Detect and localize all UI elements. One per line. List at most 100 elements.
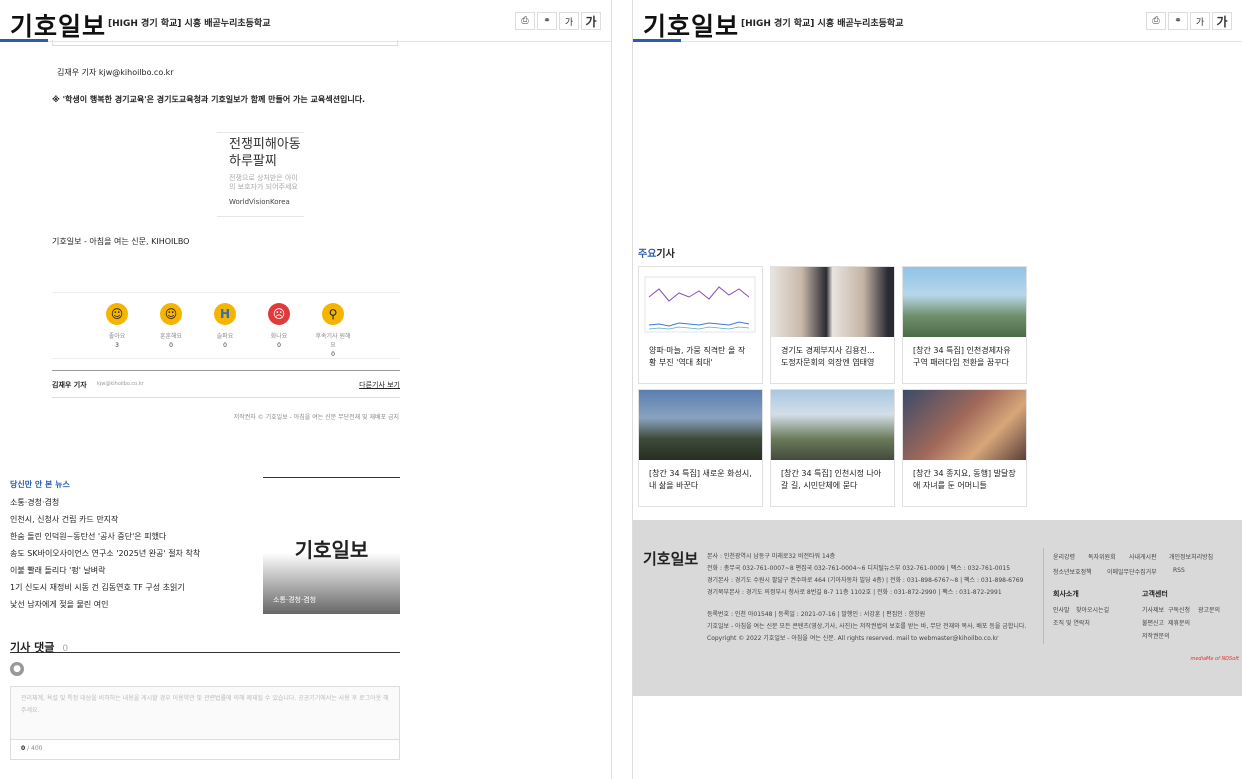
copyright-notice: 저작권자 © 기호일보 - 아침을 여는 신문 무단전재 및 재배포 금지 <box>233 414 399 421</box>
reaction-like[interactable]: ☺ 좋아요 3 <box>97 303 137 349</box>
footer-credit: mediaMe of NDSoft <box>1190 656 1239 662</box>
reaction-warm[interactable]: ☺ 훈훈해요 0 <box>151 303 191 349</box>
link-icon[interactable]: ⚭ <box>1168 12 1188 30</box>
cafe-thumbnail <box>903 390 1026 460</box>
missed-news-title: 당신만 안 본 뉴스 <box>10 480 70 489</box>
comment-counter: 0 / 400 <box>10 740 400 760</box>
font-smaller-button[interactable]: 가 <box>559 12 579 30</box>
card-caption: 경기도 경제부지사 김용진... 도정자문회의 의장엔 염태영 <box>781 346 875 367</box>
footer-link-board[interactable]: 사내게시판 <box>1129 552 1157 561</box>
ad-banner[interactable]: 전쟁피해아동 하루팔찌 전쟁으로 상처받은 아이의 보호자가 되어주세요 Wor… <box>217 132 304 217</box>
header-tools: ⎙ ⚭ 가 가 <box>515 12 601 30</box>
list-item[interactable]: 인천시, 신청사 건립 카드 만지작 <box>10 514 118 525</box>
footer-link-privacy[interactable]: 개인정보처리방침 <box>1169 552 1213 561</box>
article-card[interactable]: 경기도 경제부지사 김용진... 도정자문회의 의장엔 염태영 <box>770 266 895 384</box>
article-card[interactable]: 양파·마늘, 가뭄 직격탄 올 작황 부진 '역대 최대' <box>638 266 763 384</box>
footer-link-subscribe[interactable]: 구독신청 <box>1168 605 1190 614</box>
angry-emoji-icon: ☹ <box>268 303 290 325</box>
reporter-line: 김재우 기자 kjw@kihoilbo.co.kr <box>57 68 174 77</box>
footer-link-copyright[interactable]: 저작권문의 <box>1142 631 1170 640</box>
reaction-count: 0 <box>223 342 227 349</box>
article-title: [HIGH 경기 학교] 시흥 배곧누리초등학교 <box>108 19 271 29</box>
footer-line: 경기본사 : 경기도 수원시 팔달구 권수마로 464 (기아자동차 빌딩 4층… <box>707 577 1024 584</box>
article-pane: 기호일보 [HIGH 경기 학교] 시흥 배곧누리초등학교 ⎙ ⚭ 가 가 김재… <box>0 0 612 779</box>
newspaper-slogan: 기호일보 - 아침을 여는 신문, KIHOILBO <box>52 237 190 246</box>
reaction-count: 0 <box>331 351 335 358</box>
reaction-count: 3 <box>115 342 119 349</box>
ad-title: 전쟁피해아동 하루팔찌 <box>229 137 301 169</box>
search-emoji-icon: ⚲ <box>322 303 344 325</box>
comments-count: 0 <box>62 644 69 654</box>
article-card[interactable]: [창간 34 특집] 인천경제자유구역 패러다임 전환을 꿈꾸다 <box>902 266 1027 384</box>
group-thumbnail <box>771 390 894 460</box>
footer-link-tip[interactable]: 기사제보 <box>1142 605 1164 614</box>
reaction-follow-up[interactable]: ⚲ 후속기사 원해요 0 <box>313 303 353 358</box>
laugh-emoji-icon: ☺ <box>160 303 182 325</box>
header-tools: ⎙ ⚭ 가 가 <box>1146 12 1232 30</box>
font-larger-button[interactable]: 가 <box>1212 12 1232 30</box>
footer-link-partner[interactable]: 제휴문의 <box>1168 618 1190 627</box>
portrait-thumbnail <box>771 267 894 337</box>
footer-logo: 기호일보 <box>643 550 699 568</box>
counter-max: / 400 <box>27 745 43 752</box>
site-logo[interactable]: 기호일보 <box>10 7 106 43</box>
reaction-label: 좋아요 <box>108 333 126 340</box>
chart-thumbnail <box>639 267 762 337</box>
footer-link-readers[interactable]: 독자위원회 <box>1088 552 1116 561</box>
font-smaller-button[interactable]: 가 <box>1190 12 1210 30</box>
sad-emoji-icon: H <box>214 303 236 325</box>
feature-logo: 기호일보 <box>294 538 369 562</box>
footer-link-greeting[interactable]: 인사말 <box>1053 605 1070 614</box>
footer-link-ads[interactable]: 광고문의 <box>1198 605 1220 614</box>
reaction-label: 슬퍼요 <box>216 333 234 340</box>
comments-header: 기사 댓글 0 <box>10 636 400 654</box>
divider <box>52 292 400 293</box>
feature-news-card[interactable]: 기호일보 소통·경청·겸청 <box>263 477 400 614</box>
article-card[interactable]: [창간 34 특집] 새로운 화성시, 내 삶을 바꾼다 <box>638 389 763 507</box>
more-articles-link[interactable]: 다른기사 보기 <box>359 380 400 390</box>
reaction-label: 화나요 <box>270 333 288 340</box>
logo-underline <box>0 39 48 42</box>
list-item[interactable]: 소통·경청·겸청 <box>10 497 59 508</box>
footer-link-directions[interactable]: 찾아오시는길 <box>1076 605 1109 614</box>
divider <box>52 358 400 359</box>
article-card[interactable]: [창간 34 특집] 인천시정 나아갈 길, 시민단체에 묻다 <box>770 389 895 507</box>
list-item[interactable]: 한숨 돌린 인덕원~동탄선 '공사 중단'은 피했다 <box>10 531 166 542</box>
print-icon[interactable]: ⎙ <box>1146 12 1166 30</box>
ad-brand: WorldVisionKorea <box>229 198 290 206</box>
company-title: 회사소개 <box>1053 590 1079 598</box>
link-icon[interactable]: ⚭ <box>537 12 557 30</box>
footer-line: 전화 : 총무국 032-761-0007~8 편집국 032-761-0004… <box>707 565 1011 572</box>
title-rest: 기사 <box>656 249 675 260</box>
footer-link-youth[interactable]: 청소년보호정책 <box>1053 567 1092 576</box>
footer-link-ethics[interactable]: 윤리강령 <box>1053 552 1075 561</box>
site-header: 기호일보 [HIGH 경기 학교] 시흥 배곧누리초등학교 ⎙ ⚭ 가 가 <box>0 0 611 42</box>
reaction-label: 훈훈해요 <box>159 333 183 340</box>
list-item[interactable]: 이불 빨래 돌리다 '펑' 날벼락 <box>10 565 106 576</box>
font-larger-button[interactable]: 가 <box>581 12 601 30</box>
card-caption: [창간 34 종지요, 동행] 발달장애 자녀를 둔 어머니들 <box>913 469 1016 490</box>
byline-email[interactable]: kjw@kihoilbo.co.kr <box>97 381 144 387</box>
logo-underline <box>633 39 681 42</box>
ad-body: 전쟁으로 상처받은 아이의 보호자가 되어주세요 <box>229 174 298 190</box>
footer-link-organization[interactable]: 조직 및 연락처 <box>1053 618 1090 627</box>
article-card[interactable]: [창간 34 종지요, 동행] 발달장애 자녀를 둔 어머니들 <box>902 389 1027 507</box>
main-articles-pane: 기호일보 [HIGH 경기 학교] 시흥 배곧누리초등학교 ⎙ ⚭ 가 가 주요… <box>632 0 1242 779</box>
site-logo[interactable]: 기호일보 <box>643 7 739 43</box>
footer-line: 본사 : 인천광역시 남동구 미래로32 비전타워 14층 <box>707 553 836 560</box>
comment-input[interactable]: 관리체계, 욕설 및 특정 대상을 비하하는 내용을 게시할 경우 이용약관 및… <box>10 686 400 740</box>
card-caption: [창간 34 특집] 인천시정 나아갈 길, 시민단체에 묻다 <box>781 469 882 490</box>
list-item[interactable]: 1기 신도시 재정비 시동 건 김동연호 TF 구성 초읽기 <box>10 582 185 593</box>
footer-link-rss[interactable]: RSS <box>1173 567 1185 574</box>
footer-line: 기호일보 - 아침을 여는 신문 모든 콘텐츠(영상,기사, 사진)는 저작권법… <box>707 623 1027 630</box>
site-header: 기호일보 [HIGH 경기 학교] 시흥 배곧누리초등학교 ⎙ ⚭ 가 가 <box>633 0 1242 42</box>
footer-link-email[interactable]: 이메일무단수집거부 <box>1107 567 1157 576</box>
service-title: 고객센터 <box>1142 590 1168 598</box>
list-item[interactable]: 송도 SK바이오사이언스 연구소 '2025년 완공' 절차 착착 <box>10 548 200 559</box>
print-icon[interactable]: ⎙ <box>515 12 535 30</box>
reaction-sad[interactable]: H 슬퍼요 0 <box>205 303 245 349</box>
footer-link-complaint[interactable]: 불편신고 <box>1142 618 1164 627</box>
reaction-angry[interactable]: ☹ 화나요 0 <box>259 303 299 349</box>
previous-box-edge <box>52 40 398 46</box>
list-item[interactable]: 낯선 남자에게 젖을 물린 여인 <box>10 599 109 610</box>
